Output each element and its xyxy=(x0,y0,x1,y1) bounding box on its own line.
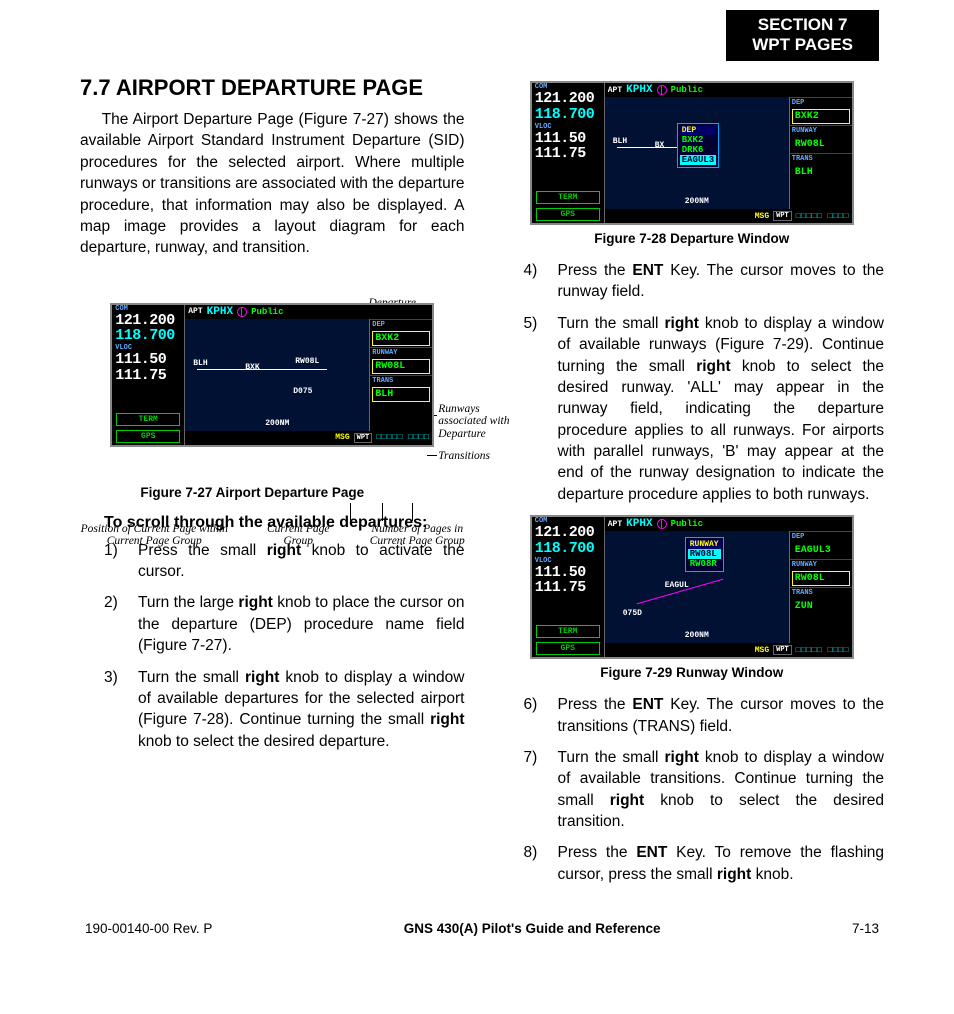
steps-right-a: 4)Press the ENT Key. The cursor moves to… xyxy=(500,260,885,505)
map-waypoint: BLH xyxy=(193,359,207,368)
footer-right: 7-13 xyxy=(852,921,879,936)
caption-7-28: Figure 7-28 Departure Window xyxy=(500,231,885,246)
steps-left: 1)Press the small right knob to activate… xyxy=(80,540,465,752)
airport-id: KPHX xyxy=(207,306,233,318)
step-item: 6)Press the ENT Key. The cursor moves to… xyxy=(524,694,885,737)
departure-popup: DEP BXK2 DRK6 EAGUL3 xyxy=(677,123,719,168)
steps-right-b: 6)Press the ENT Key. The cursor moves to… xyxy=(500,694,885,885)
figure-7-27: Airport Identifier, Symbol, and Type Map… xyxy=(82,303,462,447)
map-waypoint: BXK xyxy=(245,363,259,372)
dep-label: DEP xyxy=(370,319,432,330)
anno-page-position: Position of Current Page within Current … xyxy=(74,523,234,548)
popup-option-selected: EAGUL3 xyxy=(680,155,716,165)
gps-screen-28: COM 121.200 118.700 VLOC 111.50 111.75 T… xyxy=(530,81,854,225)
popup-title: RUNWAY xyxy=(688,540,721,549)
map-waypoint: RW08L xyxy=(295,357,319,366)
gps-top-bar: APT KPHX Public xyxy=(185,305,432,319)
anno-runways: Runways associated with Departure xyxy=(438,403,518,441)
caption-7-27: Figure 7-27 Airport Departure Page xyxy=(40,485,465,500)
footer-center: GNS 430(A) Pilot's Guide and Reference xyxy=(404,921,661,936)
com-standby: 118.700 xyxy=(112,328,184,344)
step-item: 2)Turn the large right knob to place the… xyxy=(104,592,465,656)
step-item: 3)Turn the small right knob to display a… xyxy=(104,667,465,753)
right-column: COM 121.200 118.700 VLOC 111.50 111.75 T… xyxy=(500,75,885,895)
left-column: 7.7 AIRPORT DEPARTURE PAGE The Airport D… xyxy=(80,75,465,895)
trans-label: TRANS xyxy=(370,375,432,386)
page-indicator: □□□□□ □□□□ xyxy=(376,433,429,442)
gps-screen-29: COM 121.200 118.700 VLOC 111.50 111.75 T… xyxy=(530,515,854,659)
step-item: 7)Turn the small right knob to display a… xyxy=(524,747,885,833)
gps-left-panel: COM 121.200 118.700 VLOC 111.50 111.75 T… xyxy=(112,305,185,445)
airport-symbol-icon xyxy=(657,519,667,529)
gps-right-panel: DEP BXK2 RUNWAY RW08L TRANS BLH xyxy=(369,319,432,431)
section-tab: SECTION 7 WPT PAGES xyxy=(726,10,879,61)
runway-label: RUNWAY xyxy=(370,347,432,358)
page-footer: 190-00140-00 Rev. P GNS 430(A) Pilot's G… xyxy=(80,921,884,936)
anno-page-group: Current Page Group xyxy=(258,523,338,548)
com-active: 121.200 xyxy=(112,313,184,329)
trans-value: BLH xyxy=(372,387,430,402)
vloc-standby: 111.75 xyxy=(112,368,184,384)
gps-screen-27: COM 121.200 118.700 VLOC 111.50 111.75 T… xyxy=(110,303,434,447)
runway-popup: RUNWAY RW08L RW08R xyxy=(685,537,724,572)
footer-left: 190-00140-00 Rev. P xyxy=(85,921,212,936)
popup-title: DEP xyxy=(680,126,716,135)
apt-label: APT xyxy=(188,307,202,316)
popup-option: RW08R xyxy=(688,559,721,569)
public-label: Public xyxy=(251,307,283,317)
airport-symbol-icon xyxy=(657,85,667,95)
gps-bottom-bar: MSG WPT □□□□□ □□□□ xyxy=(185,431,432,445)
popup-option: BXK2 xyxy=(680,135,716,145)
caption-7-29: Figure 7-29 Runway Window xyxy=(500,665,885,680)
gps-button: GPS xyxy=(116,430,180,443)
anno-transitions: Transitions xyxy=(438,450,518,463)
page-heading: 7.7 AIRPORT DEPARTURE PAGE xyxy=(80,75,465,101)
step-item: 5)Turn the small right knob to display a… xyxy=(524,313,885,505)
step-item: 4)Press the ENT Key. The cursor moves to… xyxy=(524,260,885,303)
term-button: TERM xyxy=(116,413,180,426)
runway-value: RW08L xyxy=(372,359,430,374)
vloc-active: 111.50 xyxy=(112,352,184,368)
map-scale: 200NM xyxy=(265,419,289,428)
page-group: WPT xyxy=(354,433,373,443)
popup-option-selected: RW08L xyxy=(688,549,721,559)
airport-symbol-icon xyxy=(237,307,247,317)
gps-map: BLH BXK RW08L D075 200NM xyxy=(185,319,369,431)
popup-option: DRK6 xyxy=(680,145,716,155)
dep-value: BXK2 xyxy=(372,331,430,346)
anno-page-count: Number of Pages in Current Page Group xyxy=(357,523,477,548)
section-line2: WPT PAGES xyxy=(752,35,853,55)
gps-map: EAGUL 075D RUNWAY RW08L RW08R 200NM xyxy=(605,531,789,643)
intro-paragraph: The Airport Departure Page (Figure 7-27)… xyxy=(80,109,465,259)
gps-map: BLH BX DEP BXK2 DRK6 EAGUL3 200NM xyxy=(605,97,789,209)
msg-indicator: MSG xyxy=(335,433,349,442)
section-line1: SECTION 7 xyxy=(752,15,853,35)
step-item: 8)Press the ENT Key. To remove the flash… xyxy=(524,842,885,885)
map-waypoint: D075 xyxy=(293,387,312,396)
